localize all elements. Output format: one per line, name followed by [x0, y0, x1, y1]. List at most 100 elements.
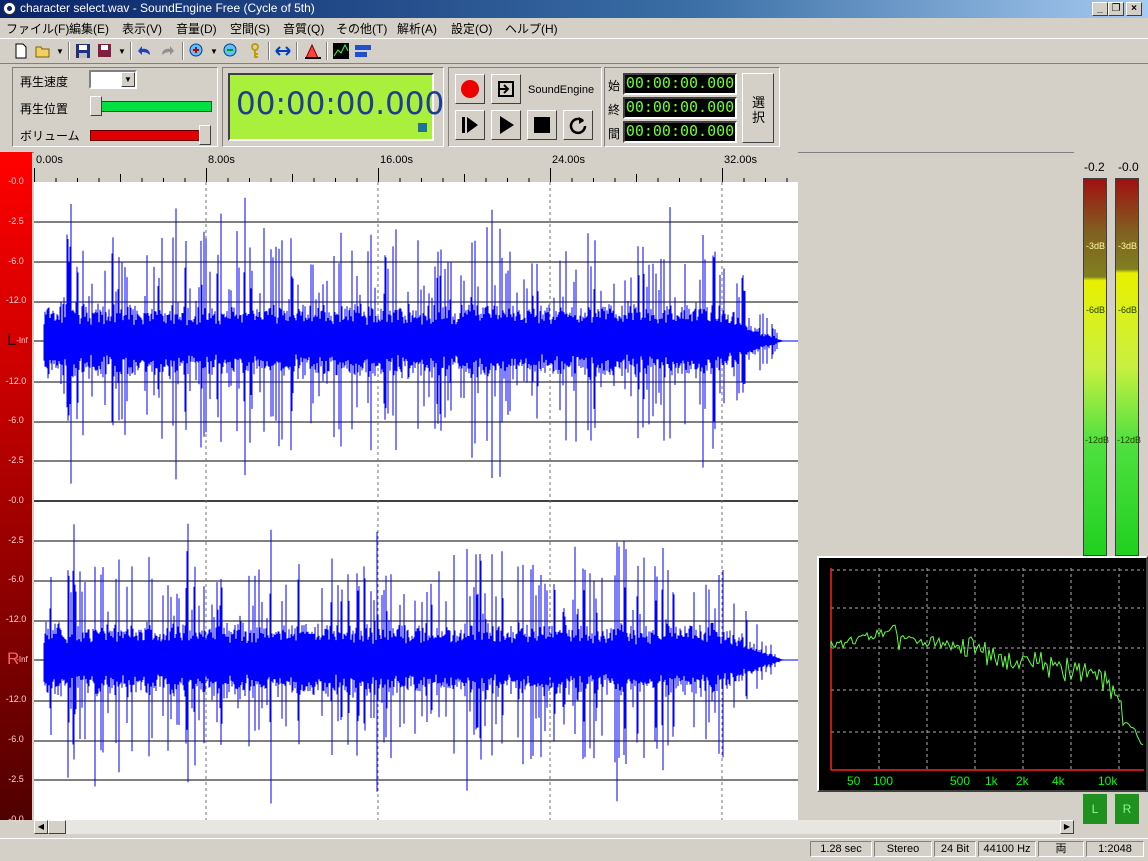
menu-file[interactable]: ファイル(F) [6, 20, 69, 37]
speed-select[interactable]: ▼ [89, 70, 137, 89]
ruler-label: 8.00s [208, 154, 235, 166]
meter-left-button[interactable]: L [1083, 794, 1107, 824]
freq-label: 500 [950, 774, 971, 788]
select-button-label: 選択 [752, 95, 766, 125]
db-tick: -0.0 [8, 814, 24, 824]
main-time-display: 00:00:00.000 [228, 73, 444, 141]
meter-view-icon[interactable] [354, 42, 372, 60]
menu-view[interactable]: 表示(V) [122, 20, 162, 37]
ruler-label: 0.00s [36, 154, 63, 166]
redo-icon[interactable] [158, 42, 176, 60]
volume-label: ボリューム [20, 129, 80, 143]
end-label: 終 [608, 103, 621, 117]
waveform-canvas[interactable] [34, 182, 798, 820]
meter-right-button[interactable]: R [1115, 794, 1139, 824]
close-button[interactable]: × [1126, 2, 1142, 16]
status-bar: 1.28 sec Stereo 24 Bit 44100 Hz 両 1:2048 [0, 838, 1148, 861]
waveform-area: -0.0 -2.5 -6.0 -12.0 -Inf L -12.0 -6.0 -… [0, 152, 800, 824]
arrow-into-box-icon [498, 81, 514, 97]
freq-label: 100 [873, 774, 894, 788]
position-slider-thumb[interactable] [90, 96, 102, 116]
fit-width-icon[interactable] [274, 42, 292, 60]
status-indicator [418, 123, 427, 132]
spectrum-line [830, 624, 1144, 746]
length-label: 間 [608, 127, 621, 141]
toolbar-separator [130, 42, 132, 60]
title-bar: character select.wav - SoundEngine Free … [0, 0, 1148, 18]
record-icon [461, 80, 479, 98]
restore-button[interactable]: ❐ [1108, 2, 1124, 16]
time-ruler[interactable]: 0.00s 8.00s 16.00s 24.00s 32.00s [34, 152, 798, 182]
menu-analysis[interactable]: 解析(A) [397, 20, 437, 37]
select-button[interactable]: 選択 [742, 73, 774, 143]
stop-button[interactable] [527, 110, 557, 140]
key-icon[interactable] [246, 42, 264, 60]
toolbar-separator [182, 42, 184, 60]
db-tick: -2.5 [8, 535, 24, 545]
loop-icon [569, 117, 587, 135]
chevron-down-icon[interactable]: ▼ [121, 72, 135, 87]
menu-space[interactable]: 空間(S) [230, 20, 270, 37]
menu-settings[interactable]: 設定(O) [451, 20, 492, 37]
zoom-out-icon[interactable] [222, 42, 240, 60]
open-folder-icon[interactable] [34, 42, 52, 60]
db-tick: -12.0 [5, 614, 27, 624]
channel-left-label: L [7, 330, 17, 349]
play-from-start-button[interactable] [455, 110, 485, 140]
record-button[interactable] [455, 74, 485, 104]
scroll-left-icon[interactable]: ◀ [34, 820, 48, 834]
export-button[interactable] [491, 74, 521, 104]
meter-mark: -12dB [1117, 435, 1142, 445]
undo-icon[interactable] [136, 42, 154, 60]
volume-slider-track[interactable] [90, 130, 208, 141]
scroll-right-icon[interactable]: ▶ [1060, 820, 1074, 834]
ruler-label: 32.00s [724, 154, 758, 166]
save-dropdown-icon[interactable]: ▼ [118, 47, 126, 56]
status-zoom: 1:2048 [1086, 841, 1144, 857]
meter-buttons: L R [1074, 792, 1148, 828]
freq-label: 1k [985, 774, 998, 788]
menu-other[interactable]: その他(T) [336, 20, 387, 37]
menu-quality[interactable]: 音質(Q) [283, 20, 324, 37]
freq-label: 2k [1016, 774, 1029, 788]
scroll-thumb[interactable] [48, 820, 66, 834]
ruler-label: 24.00s [552, 154, 586, 166]
menu-edit[interactable]: 編集(E) [69, 20, 109, 37]
save-as-icon[interactable] [96, 42, 114, 60]
play-button[interactable] [491, 110, 521, 140]
open-dropdown-icon[interactable]: ▼ [56, 47, 64, 56]
save-icon[interactable] [74, 42, 92, 60]
toolbar: ▼ ▼ ▼ [0, 38, 1148, 64]
spectrum-view-icon[interactable] [332, 42, 350, 60]
db-tick: -2.5 [8, 774, 24, 784]
freq-label: 4k [1052, 774, 1065, 788]
normalize-icon[interactable] [304, 42, 322, 60]
new-file-icon[interactable] [12, 42, 30, 60]
end-time-display[interactable]: 00:00:00.000 [623, 97, 737, 119]
length-time-display[interactable]: 00:00:00.000 [623, 121, 737, 143]
db-tick: -6.0 [8, 574, 24, 584]
freq-label: 10k [1098, 774, 1118, 788]
zoom-in-icon[interactable] [188, 42, 206, 60]
minimize-button[interactable]: _ [1092, 2, 1108, 16]
channel-right-label: R [7, 649, 20, 668]
start-time-display[interactable]: 00:00:00.000 [623, 73, 737, 95]
horizontal-scrollbar[interactable]: ◀ ▶ [34, 820, 1074, 834]
left-level-meter: -3dB -6dB -12dB [1083, 178, 1110, 556]
db-tick: -6.0 [8, 415, 24, 425]
zoom-dropdown-icon[interactable]: ▼ [210, 47, 218, 56]
right-channel-wave [43, 523, 784, 804]
loop-button[interactable] [563, 110, 593, 140]
volume-slider-thumb[interactable] [199, 125, 211, 145]
menu-volume[interactable]: 音量(D) [176, 20, 217, 37]
app-icon[interactable] [3, 2, 16, 15]
meter-mark: -6dB [1086, 305, 1106, 315]
menu-help[interactable]: ヘルプ(H) [505, 20, 558, 37]
db-tick: -6.0 [8, 256, 24, 266]
meter-mark: -12dB [1085, 435, 1110, 445]
position-slider-track[interactable] [94, 101, 212, 112]
db-tick: -12.0 [5, 694, 27, 704]
spectrum-analyzer: 50 100 500 1k 2k 4k 10k [817, 556, 1148, 792]
db-tick: -0.0 [8, 495, 24, 505]
db-tick: -12.0 [5, 295, 27, 305]
